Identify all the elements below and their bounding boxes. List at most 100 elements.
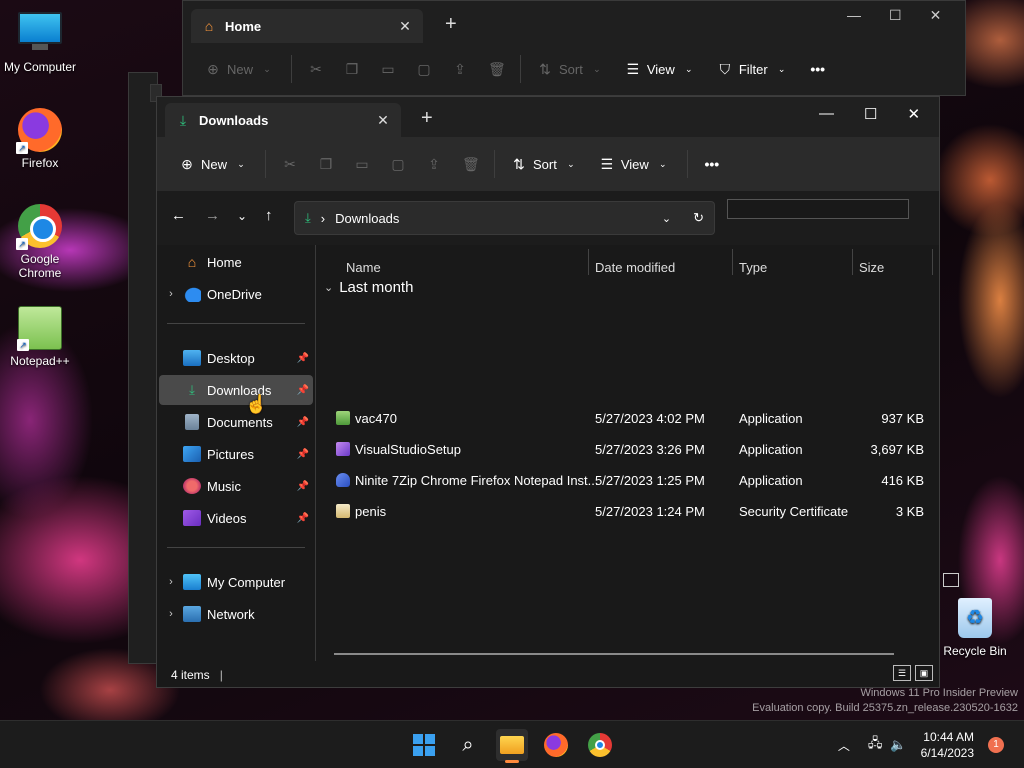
volume-icon[interactable]: 🔈 bbox=[890, 737, 906, 753]
chevron-right-icon[interactable]: › bbox=[159, 576, 183, 588]
column-header-date[interactable]: Date modified bbox=[595, 251, 675, 283]
up-button[interactable]: ↑ bbox=[265, 207, 273, 224]
delete-button[interactable]: 🗑 bbox=[478, 53, 514, 85]
sidebar-item-downloads[interactable]: ⤓ Downloads 📌 bbox=[159, 375, 313, 405]
column-header-type[interactable]: Type bbox=[739, 251, 767, 283]
sort-button[interactable]: ⇅ Sort ⌄ bbox=[501, 148, 589, 180]
sidebar-item-music[interactable]: Music 📌 bbox=[159, 471, 313, 501]
sidebar-item-network[interactable]: › Network bbox=[159, 599, 313, 629]
table-row[interactable]: VisualStudioSetup 5/27/2023 3:26 PM Appl… bbox=[316, 435, 940, 465]
new-label: New bbox=[227, 61, 254, 77]
downloads-explorer-window[interactable]: ⤓ Downloads ✕ + — ☐ ✕ ⊕ New ⌄ ✂ ❐ ▭ ▢ ⇪ … bbox=[156, 96, 940, 688]
view-button[interactable]: ☰ View ⌄ bbox=[615, 53, 707, 85]
start-button[interactable] bbox=[408, 729, 440, 761]
refresh-icon[interactable]: ↻ bbox=[693, 210, 704, 226]
more-icon: ••• bbox=[704, 156, 720, 172]
tab-home[interactable]: ⌂ Home ✕ bbox=[191, 9, 423, 43]
chevron-right-icon[interactable]: › bbox=[159, 288, 183, 300]
table-row[interactable]: vac470 5/27/2023 4:02 PM Application 937… bbox=[316, 404, 940, 434]
search-input[interactable] bbox=[727, 199, 909, 219]
share-button[interactable]: ⇪ bbox=[442, 53, 478, 85]
paste-button[interactable]: ▭ bbox=[370, 53, 406, 85]
network-status-icon[interactable]: 🖧 bbox=[868, 734, 883, 756]
new-label: New bbox=[201, 156, 228, 172]
more-options-button[interactable]: ••• bbox=[800, 53, 836, 85]
forward-button[interactable]: → bbox=[205, 207, 220, 224]
title-bar[interactable]: ⤓ Downloads ✕ + — ☐ ✕ bbox=[157, 97, 939, 137]
rename-button[interactable]: ▢ bbox=[380, 148, 416, 180]
close-button[interactable]: ✕ bbox=[930, 7, 942, 24]
address-bar[interactable]: ⤓ › Downloads ⌄ ↻ bbox=[294, 201, 715, 235]
paste-button[interactable]: ▭ bbox=[344, 148, 380, 180]
desktop-icon-chrome[interactable]: ↗ Google Chrome bbox=[0, 204, 80, 280]
clock[interactable]: 10:44 AM 6/14/2023 bbox=[921, 729, 974, 761]
new-tab-button[interactable]: + bbox=[421, 107, 433, 130]
column-separator[interactable] bbox=[732, 249, 733, 275]
column-label: Date modified bbox=[595, 259, 676, 275]
share-icon: ⇪ bbox=[454, 60, 466, 77]
desktop-icon-my-computer[interactable]: My Computer bbox=[0, 8, 80, 74]
horizontal-scrollbar[interactable] bbox=[334, 653, 894, 655]
copy-icon: ❐ bbox=[345, 60, 359, 77]
home-explorer-window[interactable]: ⌂ Home ✕ + — ☐ ✕ ⊕ New ⌄ ✂ ❐ ▭ ▢ ⇪ 🗑 ⇅ S… bbox=[182, 0, 966, 96]
column-separator[interactable] bbox=[852, 249, 853, 275]
cut-button[interactable]: ✂ bbox=[298, 53, 334, 85]
column-separator[interactable] bbox=[932, 249, 933, 275]
filter-button[interactable]: ⛉ Filter ⌄ bbox=[707, 53, 800, 85]
copy-button[interactable]: ❐ bbox=[308, 148, 344, 180]
new-button[interactable]: ⊕ New ⌄ bbox=[195, 53, 285, 85]
table-row[interactable]: Ninite 7Zip Chrome Firefox Notepad Inst.… bbox=[316, 466, 940, 496]
maximize-button[interactable]: ☐ bbox=[889, 7, 902, 24]
sidebar-item-pictures[interactable]: Pictures 📌 bbox=[159, 439, 313, 469]
rename-button[interactable]: ▢ bbox=[406, 53, 442, 85]
share-button[interactable]: ⇪ bbox=[416, 148, 452, 180]
delete-button[interactable]: 🗑 bbox=[452, 148, 488, 180]
new-tab-button[interactable]: + bbox=[445, 13, 457, 36]
column-header-size[interactable]: Size bbox=[859, 251, 884, 283]
details-view-button[interactable]: ☰ bbox=[893, 665, 911, 681]
sort-button[interactable]: ⇅ Sort ⌄ bbox=[527, 53, 615, 85]
copy-button[interactable]: ❐ bbox=[334, 53, 370, 85]
group-header[interactable]: ⌄ Last month bbox=[324, 279, 413, 296]
sidebar-item-desktop[interactable]: Desktop 📌 bbox=[159, 343, 313, 373]
breadcrumb-separator-icon: › bbox=[320, 210, 326, 226]
desktop-icon-recycle-bin[interactable]: ♻ Recycle Bin bbox=[940, 598, 1010, 658]
os-watermark: Windows 11 Pro Insider Preview Evaluatio… bbox=[752, 686, 1018, 716]
taskbar-app-chrome[interactable] bbox=[584, 729, 616, 761]
view-button[interactable]: ☰ View ⌄ bbox=[589, 148, 681, 180]
cut-button[interactable]: ✂ bbox=[272, 148, 308, 180]
table-row[interactable]: penis 5/27/2023 1:24 PM Security Certifi… bbox=[316, 497, 940, 527]
more-options-button[interactable]: ••• bbox=[694, 148, 730, 180]
tab-downloads[interactable]: ⤓ Downloads ✕ bbox=[165, 103, 401, 137]
desktop-icon-notepadpp[interactable]: ↗ Notepad++ bbox=[0, 306, 80, 368]
close-tab-icon[interactable]: ✕ bbox=[375, 112, 391, 129]
sidebar-item-onedrive[interactable]: › OneDrive bbox=[159, 279, 313, 309]
file-name: Ninite 7Zip Chrome Firefox Notepad Inst.… bbox=[355, 473, 599, 488]
show-hidden-icons-button[interactable]: ︿ bbox=[838, 737, 850, 754]
close-button[interactable]: ✕ bbox=[907, 105, 920, 123]
tiles-view-button[interactable]: ▣ bbox=[915, 665, 933, 681]
background-window[interactable] bbox=[128, 72, 158, 664]
chevron-right-icon[interactable]: › bbox=[159, 608, 183, 620]
sidebar-item-videos[interactable]: Videos 📌 bbox=[159, 503, 313, 533]
search-button[interactable]: ⌕ bbox=[452, 729, 484, 761]
minimize-button[interactable]: — bbox=[847, 7, 861, 24]
close-tab-icon[interactable]: ✕ bbox=[397, 18, 413, 35]
view-icon: ☰ bbox=[600, 155, 614, 172]
breadcrumb[interactable]: Downloads bbox=[335, 211, 399, 226]
taskbar-app-file-explorer[interactable] bbox=[496, 729, 528, 763]
sidebar-item-my-computer[interactable]: › My Computer bbox=[159, 567, 313, 597]
desktop-icon-firefox[interactable]: ↗ Firefox bbox=[0, 108, 80, 170]
minimize-button[interactable]: — bbox=[819, 105, 834, 123]
recent-locations-button[interactable]: ⌄ bbox=[237, 209, 247, 223]
column-separator[interactable] bbox=[588, 249, 589, 275]
address-dropdown-icon[interactable]: ⌄ bbox=[662, 212, 671, 225]
back-button[interactable]: ← bbox=[171, 207, 186, 224]
maximize-button[interactable]: ☐ bbox=[864, 105, 877, 123]
notification-badge[interactable]: 1 bbox=[988, 737, 1004, 753]
new-button[interactable]: ⊕ New ⌄ bbox=[169, 148, 259, 180]
pin-icon: 📌 bbox=[296, 416, 309, 428]
sidebar-item-home[interactable]: ⌂ Home bbox=[159, 247, 313, 277]
taskbar-app-firefox[interactable] bbox=[540, 729, 572, 761]
sidebar-item-documents[interactable]: Documents 📌 bbox=[159, 407, 313, 437]
